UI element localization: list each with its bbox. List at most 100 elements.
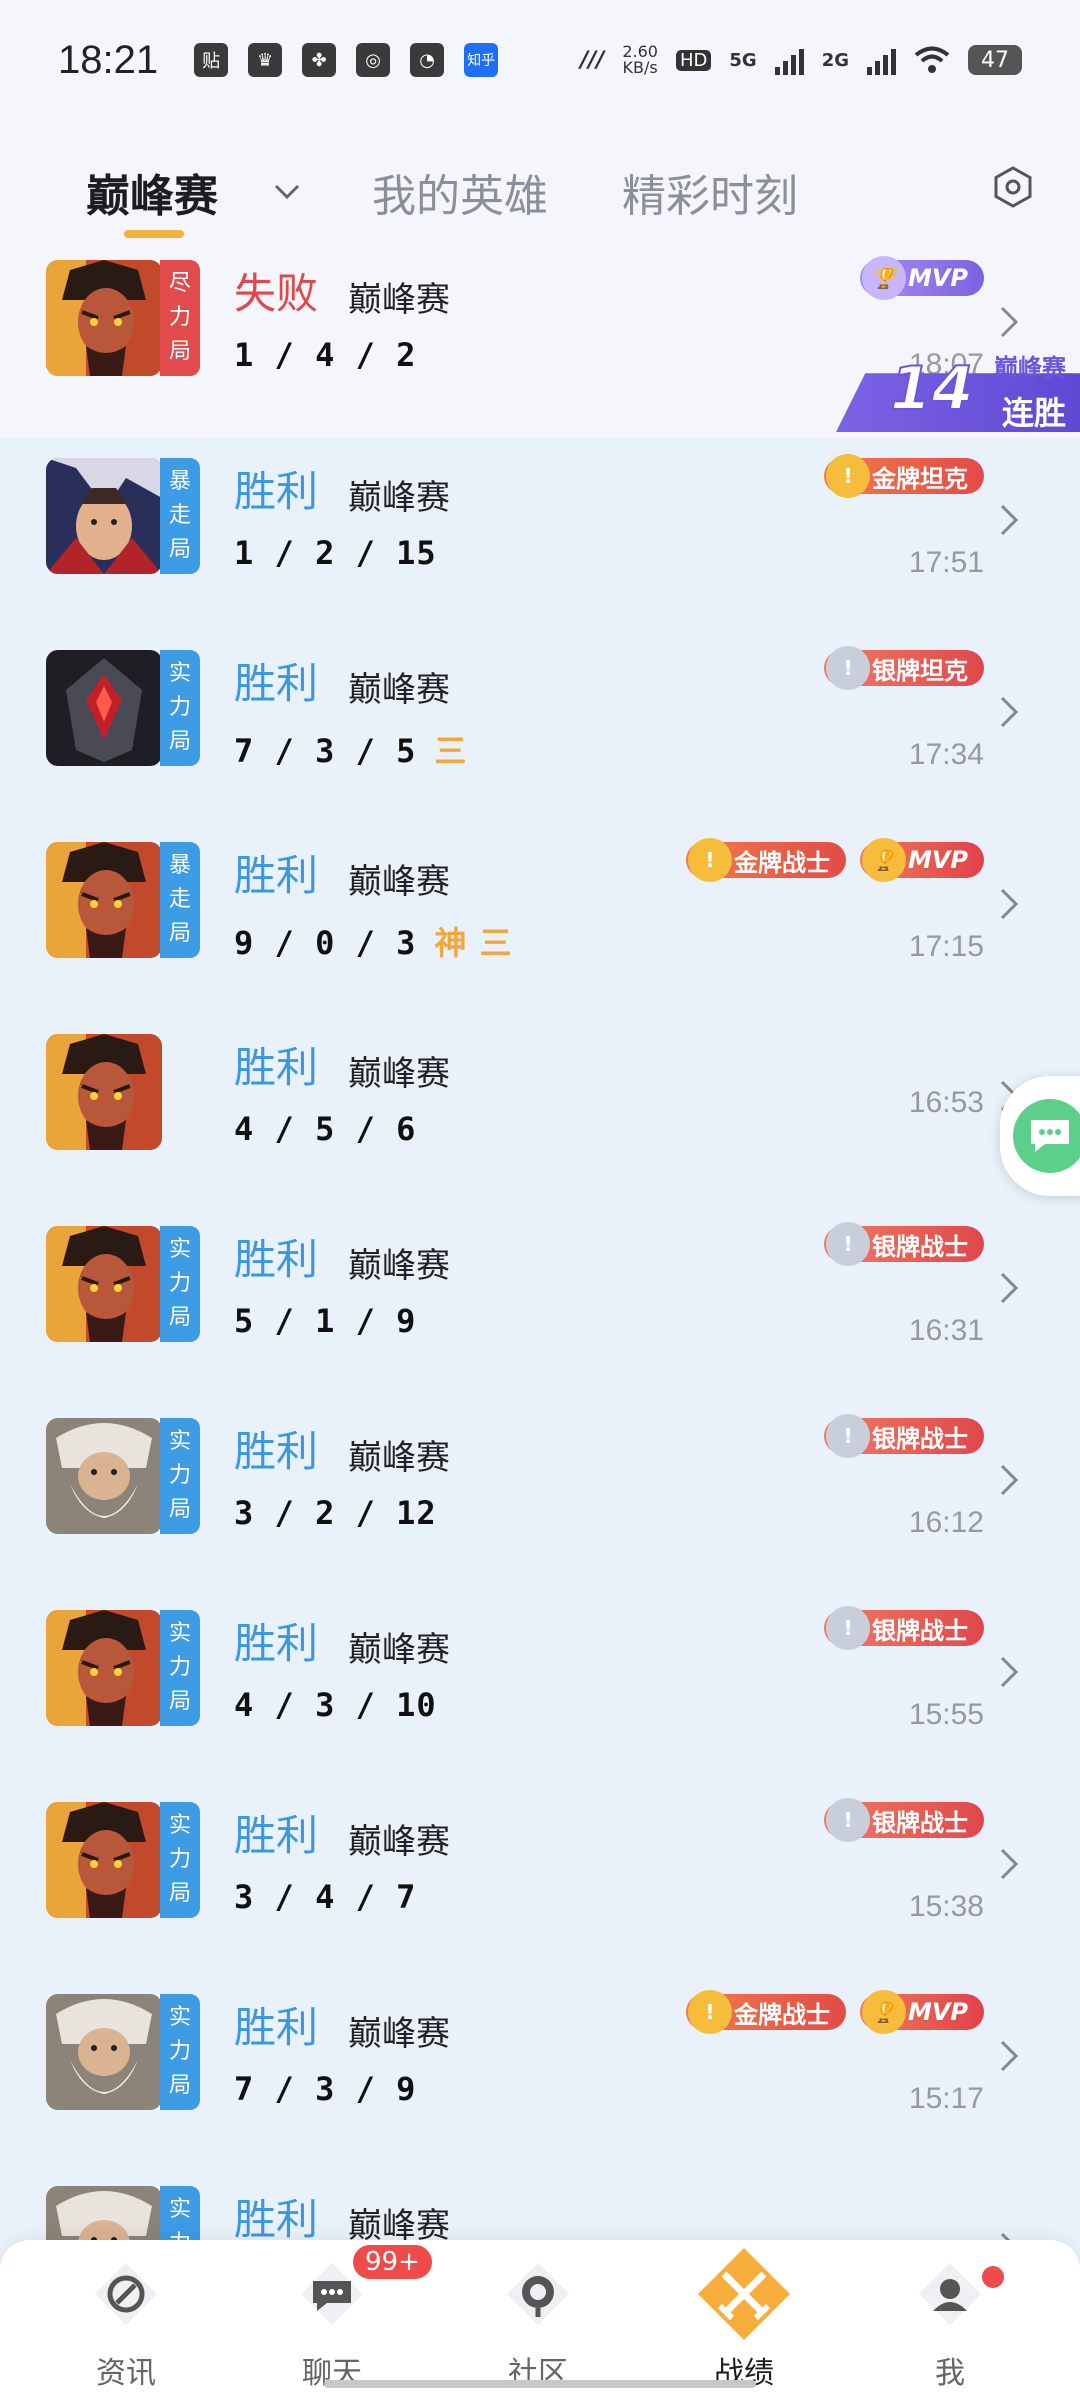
trophy-icon: 🏆 xyxy=(861,1990,906,2034)
hero-avatar xyxy=(46,458,162,574)
match-row[interactable]: 实力局胜利巅峰赛 xyxy=(0,2166,1080,2250)
streak-mode: 巅峰赛 xyxy=(994,354,1066,382)
compass-icon xyxy=(78,2246,174,2342)
tab-highlights[interactable]: 精彩时刻 xyxy=(622,160,798,224)
hero-avatar-wrap: 实力局 xyxy=(46,1802,200,1918)
tieba-icon: 贴 xyxy=(194,43,229,77)
honor-badges: ! 金牌战士 🏆 MVP xyxy=(685,1990,984,2034)
medal-icon: ! xyxy=(826,1222,870,1266)
match-row[interactable]: 实力局胜利 巅峰赛 7 / 3 / 9! 金牌战士 🏆 MVP 15:17 xyxy=(0,1974,1080,2166)
match-row[interactable]: 实力局胜利 巅峰赛 3 / 2 / 12! 银牌战士 16:12 xyxy=(0,1398,1080,1590)
match-result: 胜利 xyxy=(234,659,319,708)
match-type-badge: 实力局 xyxy=(160,1994,200,2110)
match-type-badge: 实力局 xyxy=(160,1802,200,1918)
match-row[interactable]: 尽力局失败 巅峰赛 1 / 4 / 2 🏆 MVP 18:07 14 巅峰赛 连胜 xyxy=(0,240,1080,438)
kda-value: 5 / 1 / 9 xyxy=(234,1302,417,1340)
honor-badge: ! 银牌战士 xyxy=(824,1414,984,1458)
match-row[interactable]: 暴走局胜利 巅峰赛 1 / 2 / 15! 金牌坦克 17:51 xyxy=(0,438,1080,630)
multikill-tag: 神 三 xyxy=(434,924,513,962)
badge-char: 局 xyxy=(168,1305,191,1330)
notification-icons: 贴 ♛ ✤ ◎ ◔ 知乎 xyxy=(194,43,499,77)
honor-badges: ! 金牌战士 🏆 MVP xyxy=(685,838,984,882)
nav-community[interactable]: 社区 xyxy=(458,2246,618,2392)
match-row[interactable]: 实力局胜利 巅峰赛 5 / 1 / 9! 银牌战士 16:31 xyxy=(0,1206,1080,1398)
settings-icon[interactable] xyxy=(990,164,1036,210)
chevron-right-icon[interactable] xyxy=(998,884,1020,924)
kda-value: 1 / 2 / 15 xyxy=(234,534,437,572)
multikill-tag: 三 xyxy=(434,732,468,770)
signal1-icon xyxy=(774,45,804,75)
network-speed: 2.60 KB/s xyxy=(622,44,658,76)
medal-icon: ! xyxy=(826,1798,870,1842)
match-result: 胜利 xyxy=(234,1619,319,1668)
chevron-right-icon[interactable] xyxy=(998,692,1020,732)
badge-char: 局 xyxy=(168,1497,191,1522)
match-row[interactable]: 实力局胜利 巅峰赛 3 / 4 / 7! 银牌战士 15:38 xyxy=(0,1782,1080,1974)
honor-badges: ! 银牌战士 xyxy=(824,1798,984,1842)
home-indicator[interactable] xyxy=(324,2380,756,2388)
hero-avatar xyxy=(46,1994,162,2110)
honor-badge: ! 银牌战士 xyxy=(824,1798,984,1842)
medal-icon: ! xyxy=(826,454,870,498)
match-row[interactable]: 暴走局胜利 巅峰赛 9 / 0 / 3神 三! 金牌战士 🏆 MVP 17:15 xyxy=(0,822,1080,1014)
match-mode: 巅峰赛 xyxy=(348,1438,450,1478)
community-icon xyxy=(490,2246,586,2342)
match-type-badge: 尽力局 xyxy=(160,260,200,376)
match-time: 16:12 xyxy=(908,1506,984,1539)
battery-icon: 47 xyxy=(968,45,1022,75)
chevron-right-icon[interactable] xyxy=(998,2036,1020,2076)
chevron-right-icon[interactable] xyxy=(998,500,1020,540)
match-mode: 巅峰赛 xyxy=(348,862,450,902)
nav-news[interactable]: 资讯 xyxy=(46,2246,206,2392)
chat-unread-badge: 99+ xyxy=(350,2242,435,2282)
tab-my-heroes[interactable]: 我的英雄 xyxy=(372,160,548,224)
badge-char: 实 xyxy=(168,1429,191,1454)
badge-char: 实 xyxy=(168,1237,191,1262)
honor-badge: ! 银牌战士 xyxy=(824,1606,984,1650)
nav-news-label: 资讯 xyxy=(96,2356,156,2391)
match-row[interactable]: 实力局胜利 巅峰赛 7 / 3 / 5 三! 银牌坦克 17:34 xyxy=(0,630,1080,822)
badge-char: 实 xyxy=(168,2197,191,2222)
tab-peak[interactable]: 巅峰赛 xyxy=(86,160,218,224)
chevron-down-icon[interactable] xyxy=(272,176,302,206)
chevron-right-icon[interactable] xyxy=(998,1844,1020,1884)
match-row[interactable]: 实力局胜利 巅峰赛 4 / 3 / 10! 银牌战士 15:55 xyxy=(0,1590,1080,1782)
active-tab-indicator xyxy=(124,230,184,238)
badge-char: 暴 xyxy=(168,469,191,494)
wifi-icon xyxy=(914,46,950,73)
match-kda: 1 / 2 / 15 xyxy=(234,534,437,572)
nav-records[interactable]: 战绩 xyxy=(664,2246,824,2392)
match-time: 17:51 xyxy=(908,546,984,579)
nav-chat[interactable]: 99+ 聊天 xyxy=(252,2242,435,2392)
match-kda: 3 / 2 / 12 xyxy=(234,1494,437,1532)
hero-avatar-wrap: 实力局 xyxy=(46,1994,200,2110)
bottom-navigation: 资讯 99+ 聊天 社区 战绩 我 xyxy=(0,2240,1080,2400)
honor-label: 银牌战士 xyxy=(872,1808,968,1837)
honor-label: 银牌坦克 xyxy=(872,656,968,685)
match-result: 胜利 xyxy=(234,1043,319,1092)
match-row[interactable]: 胜利 巅峰赛 4 / 5 / 6 16:53 xyxy=(0,1014,1080,1206)
badge-char: 实 xyxy=(168,661,191,686)
pinwheel-icon: ✤ xyxy=(302,43,337,77)
badge-char: 力 xyxy=(168,2039,191,2064)
streak-label: 连胜 xyxy=(1001,394,1066,432)
honor-badge: ! 银牌坦克 xyxy=(824,646,984,690)
match-time: 15:55 xyxy=(908,1698,984,1731)
mvp-badge: 🏆 MVP xyxy=(859,1990,984,2034)
chevron-right-icon[interactable] xyxy=(998,302,1020,342)
hero-avatar xyxy=(46,1226,162,1342)
match-time: 15:17 xyxy=(908,2082,984,2115)
chevron-right-icon[interactable] xyxy=(998,1268,1020,1308)
nav-me[interactable]: 我 xyxy=(870,2246,1030,2392)
chevron-right-icon[interactable] xyxy=(998,1652,1020,1692)
hero-avatar xyxy=(46,260,162,376)
gauge-icon: ◔ xyxy=(410,43,445,77)
system-icons: /// 2.60 KB/s HD 5G 2G 47 xyxy=(580,44,1022,76)
chevron-right-icon[interactable] xyxy=(998,1460,1020,1500)
match-result: 胜利 xyxy=(234,851,319,900)
match-list[interactable]: 尽力局失败 巅峰赛 1 / 4 / 2 🏆 MVP 18:07 14 巅峰赛 连胜暴走局胜利 巅峰… xyxy=(0,240,1080,2250)
floating-chat-button[interactable] xyxy=(1000,1076,1080,1196)
honor-label: 金牌坦克 xyxy=(872,464,968,493)
honor-badge: ! 金牌战士 xyxy=(685,838,846,882)
badge-char: 局 xyxy=(168,339,191,364)
